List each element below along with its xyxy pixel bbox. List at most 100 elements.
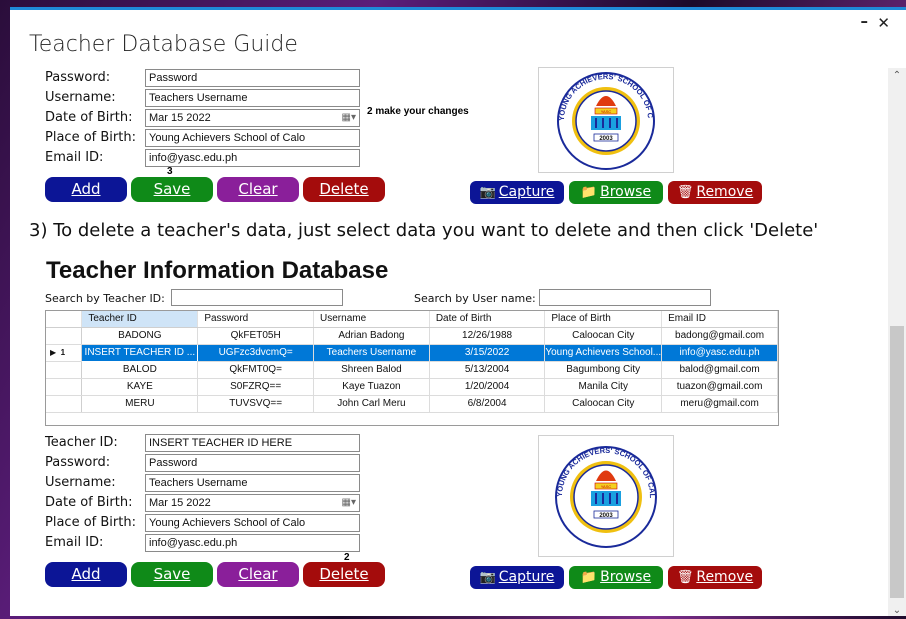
camera-icon: 📷 [479,185,496,200]
password-field[interactable] [145,69,360,87]
pob-row: Place of Birth: [45,129,375,147]
search-id-input[interactable] [171,289,343,306]
row-number: 1 [60,348,66,357]
cell[interactable]: John Carl Meru [313,395,430,413]
cell[interactable]: Kaye Tuazon [313,378,430,396]
row-header[interactable] [46,395,83,413]
column-header-teacher-id[interactable]: Teacher ID [81,311,199,328]
password-label: Password: [45,70,111,85]
add-button[interactable]: Add [45,177,127,202]
calendar-dropdown-icon[interactable]: ▦▾ [342,112,356,123]
teacher-photo: 2003 YASC YOUNG ACHIEVERS' SCHOOL OF CAL… [536,61,674,173]
cell[interactable]: 3/15/2022 [429,344,546,362]
dob-picker[interactable]: Mar 15 2022 ▦▾ [145,494,360,512]
add-button[interactable]: Add [45,562,127,587]
cell[interactable]: Adrian Badong [313,327,430,345]
cell[interactable]: TUVSVQ== [197,395,315,413]
cell[interactable]: badong@gmail.com [661,327,778,345]
cell[interactable]: BALOD [81,361,199,379]
cell[interactable]: INSERT TEACHER ID ... [81,343,199,362]
scroll-up-icon[interactable]: ⌃ [888,68,906,84]
username-field[interactable] [145,89,360,107]
scroll-down-icon[interactable]: ⌄ [888,603,906,616]
password-field[interactable] [145,454,360,472]
teacher-grid[interactable]: Teacher ID Password Username Date of Bir… [45,310,779,426]
cell[interactable]: info@yasc.edu.ph [661,344,778,362]
username-label: Username: [45,90,116,105]
search-user-input[interactable] [539,289,711,306]
save-button[interactable]: Save [131,562,213,587]
capture-button[interactable]: 📷 Capture [470,566,564,589]
remove-button[interactable]: 🗑 Remove [668,181,762,204]
delete-button[interactable]: Delete [303,177,385,202]
cell[interactable]: MERU [81,395,199,413]
teacher-id-field[interactable] [145,434,360,452]
logo-year: 2003 [599,136,613,142]
cell[interactable]: Bagumbong City [544,361,663,379]
browse-button[interactable]: 📁 Browse [569,566,663,589]
email-field[interactable] [145,534,360,552]
cell[interactable]: Young Achievers School... [544,344,663,362]
search-id-label: Search by Teacher ID: [45,292,165,305]
username-row: Username: [45,474,375,492]
password-label: Password: [45,455,111,470]
row-header-selected[interactable]: ▶ 1 [46,344,83,362]
column-header-password[interactable]: Password [197,311,315,328]
cell[interactable]: meru@gmail.com [661,395,778,413]
column-header-email[interactable]: Email ID [661,311,778,328]
row-header[interactable] [46,361,83,379]
cell[interactable]: 5/13/2004 [429,361,546,379]
email-label: Email ID: [45,535,104,550]
cell[interactable]: UGFzc3dvcmQ= [197,344,315,362]
cell[interactable]: S0FZRQ== [197,378,315,396]
vertical-scrollbar[interactable]: ⌃ ⌄ [888,68,906,616]
table-row[interactable]: BADONG QkFET05H Adrian Badong 12/26/1988… [46,327,778,345]
clear-button[interactable]: Clear [217,562,299,587]
remove-button[interactable]: 🗑 Remove [668,566,762,589]
dob-row: Date of Birth: Mar 15 2022 ▦▾ [45,494,375,512]
pob-field[interactable] [145,514,360,532]
pob-row: Place of Birth: [45,514,375,532]
step-note-changes: 2 make your changes [367,106,469,117]
cell[interactable]: KAYE [81,378,199,396]
cell[interactable]: 1/20/2004 [429,378,546,396]
column-header-username[interactable]: Username [313,311,430,328]
calendar-dropdown-icon[interactable]: ▦▾ [342,497,356,508]
cell[interactable]: QkFMT0Q= [197,361,315,379]
grid-header-row: Teacher ID Password Username Date of Bir… [46,311,778,328]
capture-label: Capture [498,569,555,585]
teacher-photo: 2003 YASC YOUNG ACHIEVERS' SCHOOL OF CAL… [536,429,674,557]
clear-button[interactable]: Clear [217,177,299,202]
pob-label: Place of Birth: [45,130,136,145]
scroll-thumb[interactable] [890,326,904,598]
email-label: Email ID: [45,150,104,165]
pob-field[interactable] [145,129,360,147]
row-header[interactable] [46,327,83,345]
table-row[interactable]: MERU TUVSVQ== John Carl Meru 6/8/2004 Ca… [46,395,778,413]
folder-icon: 📁 [580,570,598,585]
cell[interactable]: Teachers Username [313,344,430,362]
cell[interactable]: tuazon@gmail.com [661,378,778,396]
delete-button[interactable]: Delete [303,562,385,587]
table-row[interactable]: BALOD QkFMT0Q= Shreen Balod 5/13/2004 Ba… [46,361,778,379]
dob-picker[interactable]: Mar 15 2022 ▦▾ [145,109,360,127]
username-field[interactable] [145,474,360,492]
table-row-selected[interactable]: ▶ 1 INSERT TEACHER ID ... UGFzc3dvcmQ= T… [46,343,778,362]
cell[interactable]: Shreen Balod [313,361,430,379]
cell[interactable]: balod@gmail.com [661,361,778,379]
cell[interactable]: QkFET05H [197,327,315,345]
save-button[interactable]: Save [131,177,213,202]
row-header[interactable] [46,378,83,396]
column-header-dob[interactable]: Date of Birth [429,311,546,328]
browse-button[interactable]: 📁 Browse [569,181,663,204]
cell[interactable]: Caloocan City [544,395,663,413]
cell[interactable]: Manila City [544,378,663,396]
column-header-pob[interactable]: Place of Birth [544,311,663,328]
cell[interactable]: Caloocan City [544,327,663,345]
capture-button[interactable]: 📷 Capture [470,181,564,204]
cell[interactable]: BADONG [81,327,199,345]
cell[interactable]: 12/26/1988 [429,327,546,345]
table-row[interactable]: KAYE S0FZRQ== Kaye Tuazon 1/20/2004 Mani… [46,378,778,396]
cell[interactable]: 6/8/2004 [429,395,546,413]
email-field[interactable] [145,149,360,167]
